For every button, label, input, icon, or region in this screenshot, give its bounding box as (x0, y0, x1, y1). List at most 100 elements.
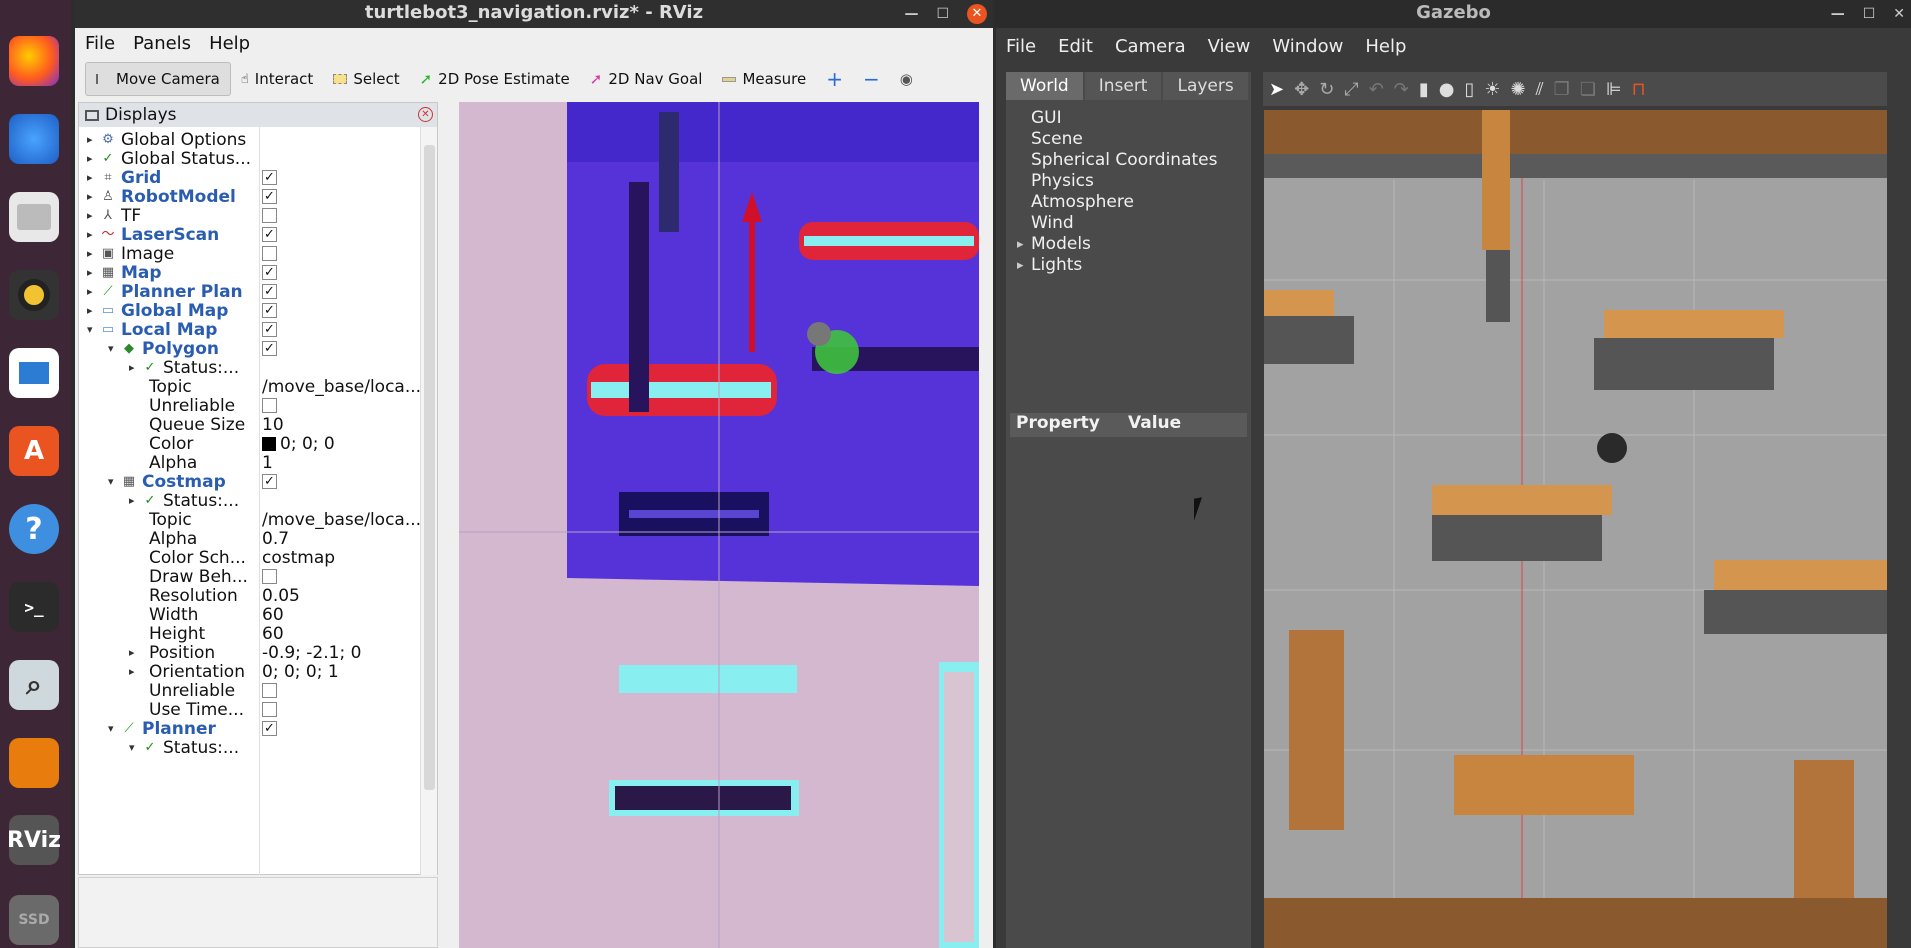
menu-help[interactable]: Help (1365, 36, 1406, 57)
cylinder-shape-icon[interactable]: ▯ (1465, 79, 1475, 100)
minimize-icon[interactable]: — (904, 1, 918, 27)
minimize-icon[interactable]: — (1831, 1, 1845, 27)
gazebo-3d-scene[interactable] (1264, 110, 1887, 948)
thunderbird-icon[interactable] (9, 114, 59, 164)
scale-mode-icon[interactable]: ⤢ (1344, 79, 1358, 100)
expand-arrow-icon[interactable]: ▸ (87, 190, 93, 203)
costmap-view[interactable] (459, 102, 979, 948)
expand-arrow-icon[interactable]: ▸ (87, 209, 93, 222)
expand-arrow-icon[interactable]: ▸ (129, 665, 135, 678)
firefox-icon[interactable] (9, 36, 59, 86)
remove-tool-button[interactable]: − (853, 62, 890, 96)
rviz-3d-view[interactable] (459, 102, 979, 948)
maximize-icon[interactable]: ☐ (1863, 1, 1876, 27)
point-light-icon[interactable]: ☀ (1484, 79, 1500, 100)
tree-item-spherical-coordinates[interactable]: Spherical Coordinates (1031, 150, 1217, 171)
close-icon[interactable]: ✕ (1893, 1, 1905, 27)
add-tool-button[interactable]: + (816, 62, 853, 96)
tree-item-lights[interactable]: Lights (1017, 255, 1217, 276)
rhythmbox-icon[interactable] (9, 270, 59, 320)
paste-icon[interactable]: ❏ (1580, 79, 1596, 100)
expand-arrow-icon[interactable]: ▸ (87, 228, 93, 241)
terminal-icon[interactable]: >_ (9, 582, 59, 632)
select-mode-icon[interactable]: ➤ (1269, 79, 1284, 100)
tab-insert[interactable]: Insert (1084, 72, 1162, 100)
tree-item-physics[interactable]: Physics (1031, 171, 1217, 192)
display-checkbox[interactable] (262, 208, 277, 223)
search-icon[interactable]: ⌕ (9, 660, 59, 710)
tab-layers[interactable]: Layers (1163, 72, 1248, 100)
panel-close-icon[interactable]: ✕ (418, 107, 433, 122)
expand-arrow-icon[interactable]: ▸ (87, 152, 93, 165)
move-camera-tool[interactable]: Move Camera (85, 62, 231, 96)
expand-arrow-icon[interactable]: ▾ (108, 475, 114, 488)
expand-arrow-icon[interactable]: ▾ (108, 722, 114, 735)
display-checkbox[interactable]: ✓ (262, 474, 277, 489)
expand-arrow-icon[interactable]: ▾ (87, 323, 93, 336)
color-swatch[interactable] (262, 436, 276, 451)
close-icon[interactable]: ✕ (967, 4, 987, 24)
blender-icon[interactable] (9, 738, 59, 788)
maximize-icon[interactable]: ☐ (936, 1, 949, 27)
rviz-icon[interactable]: RViz (7, 815, 61, 865)
display-checkbox[interactable]: ✓ (262, 721, 277, 736)
menu-file[interactable]: File (1006, 36, 1036, 57)
select-tool[interactable]: Select (323, 62, 409, 96)
box-shape-icon[interactable]: ▮ (1419, 79, 1429, 100)
pose-estimate-tool[interactable]: ➚ 2D Pose Estimate (410, 62, 580, 96)
nav-goal-tool[interactable]: ➚ 2D Nav Goal (580, 62, 713, 96)
expand-arrow-icon[interactable]: ▸ (87, 266, 93, 279)
display-checkbox[interactable] (262, 246, 277, 261)
menu-window[interactable]: Window (1272, 36, 1343, 57)
sphere-shape-icon[interactable]: ● (1439, 79, 1455, 100)
display-row[interactable]: ▾ ✓ Status:... (79, 736, 421, 759)
redo-icon[interactable]: ↷ (1394, 79, 1409, 100)
tree-item-wind[interactable]: Wind (1031, 213, 1217, 234)
expand-arrow-icon[interactable]: ▸ (87, 247, 93, 260)
display-checkbox[interactable]: ✓ (262, 284, 277, 299)
scroll-thumb[interactable] (424, 145, 435, 790)
expand-arrow-icon[interactable]: ▾ (129, 741, 135, 754)
help-icon[interactable]: ? (9, 504, 59, 554)
interact-tool[interactable]: ☝ Interact (231, 62, 323, 96)
files-icon[interactable] (9, 192, 59, 242)
snap-icon[interactable]: ⊓ (1632, 79, 1646, 100)
display-checkbox[interactable] (262, 398, 277, 413)
translate-mode-icon[interactable]: ✥ (1294, 79, 1309, 100)
display-checkbox[interactable]: ✓ (262, 170, 277, 185)
expand-arrow-icon[interactable]: ▸ (87, 171, 93, 184)
display-checkbox[interactable] (262, 702, 277, 717)
scene-view[interactable] (1264, 110, 1887, 948)
spot-light-icon[interactable]: ✺ (1511, 79, 1526, 100)
app-store-icon[interactable]: A (9, 426, 59, 476)
expand-arrow-icon[interactable]: ▸ (87, 304, 93, 317)
tree-item-gui[interactable]: GUI (1031, 108, 1217, 129)
display-checkbox[interactable]: ✓ (262, 189, 277, 204)
view-options-button[interactable]: ◉ (890, 62, 923, 96)
undo-icon[interactable]: ↶ (1369, 79, 1384, 100)
menu-panels[interactable]: Panels (133, 33, 191, 54)
measure-tool[interactable]: Measure (712, 62, 816, 96)
display-checkbox[interactable]: ✓ (262, 303, 277, 318)
expand-arrow-icon[interactable]: ▸ (87, 133, 93, 146)
menu-edit[interactable]: Edit (1058, 36, 1093, 57)
displays-scrollbar[interactable] (420, 127, 437, 875)
menu-camera[interactable]: Camera (1115, 36, 1186, 57)
display-checkbox[interactable]: ✓ (262, 341, 277, 356)
rotate-mode-icon[interactable]: ↻ (1319, 79, 1334, 100)
directional-light-icon[interactable]: ⫽ (1536, 79, 1544, 100)
ssd-icon[interactable]: SSD (9, 895, 59, 945)
copy-icon[interactable]: ❐ (1554, 79, 1570, 100)
display-checkbox[interactable] (262, 569, 277, 584)
display-checkbox[interactable] (262, 683, 277, 698)
tree-item-atmosphere[interactable]: Atmosphere (1031, 192, 1217, 213)
display-checkbox[interactable]: ✓ (262, 322, 277, 337)
align-icon[interactable]: ⊫ (1606, 79, 1622, 100)
menu-view[interactable]: View (1208, 36, 1251, 57)
menu-file[interactable]: File (85, 33, 115, 54)
display-checkbox[interactable]: ✓ (262, 227, 277, 242)
display-checkbox[interactable]: ✓ (262, 265, 277, 280)
expand-arrow-icon[interactable]: ▸ (87, 285, 93, 298)
expand-arrow-icon[interactable]: ▾ (108, 342, 114, 355)
tab-world[interactable]: World (1006, 72, 1083, 100)
